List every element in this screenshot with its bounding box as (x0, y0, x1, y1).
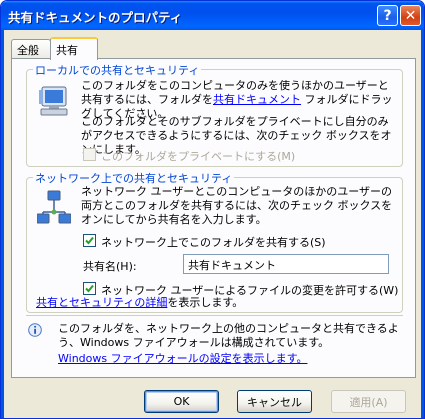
firewall-description: このフォルダを、ネットワーク上の他のコンピュータと共有できるよう、Windows… (58, 322, 399, 349)
properties-dialog: 共有ドキュメントのプロパティ ? ✕ 全般 共有 ローカルでの共有とセキュリティ (0, 0, 425, 419)
tab-general-label: 全般 (17, 44, 39, 57)
tab-sharing-label: 共有 (56, 44, 78, 57)
allow-changes-checkbox[interactable] (83, 282, 96, 295)
sharing-security-details-link[interactable]: 共有とセキュリティの詳細 (36, 296, 167, 309)
private-checkbox-label: このフォルダをプライベートにする(M) (101, 150, 296, 163)
sharing-panel: ローカルでの共有とセキュリティ このフォルダをこのコンピュータのみを使うほかのユ… (11, 58, 416, 378)
network-sharing-group-label: ネットワーク上での共有とセキュリティ (33, 170, 235, 186)
close-button[interactable]: ✕ (400, 5, 421, 26)
close-icon: ✕ (404, 7, 417, 24)
shared-documents-link[interactable]: 共有ドキュメント (213, 93, 301, 106)
cancel-button[interactable]: キャンセル (237, 390, 312, 413)
window-title: 共有ドキュメントのプロパティ (8, 10, 183, 25)
checkmark-icon (85, 284, 94, 293)
tab-general[interactable]: 全般 (11, 39, 51, 58)
share-name-input[interactable]: 共有ドキュメント (183, 254, 389, 274)
apply-button[interactable]: 適用(A) (331, 390, 406, 413)
network-icon (37, 190, 71, 224)
private-checkbox[interactable] (83, 148, 96, 161)
tab-sharing[interactable]: 共有 (50, 37, 98, 60)
share-on-network-label: ネットワーク上でこのフォルダを共有する(S) (101, 236, 326, 249)
title-bar[interactable]: 共有ドキュメントのプロパティ ? ✕ (1, 1, 424, 30)
share-name-label: 共有名(H): (83, 260, 137, 273)
window-frame-left (1, 30, 4, 418)
local-sharing-group-label: ローカルでの共有とセキュリティ (33, 62, 202, 78)
window-frame-right (421, 30, 424, 418)
ok-button[interactable]: OK (144, 390, 219, 413)
help-icon: ? (383, 7, 392, 24)
network-sharing-group: ネットワーク上での共有とセキュリティ ネットワーク ユーザーとこのコンピュータの… (26, 170, 403, 313)
checkmark-icon (85, 236, 94, 245)
firewall-settings-link[interactable]: Windows ファイアウォールの設定を表示します。 (58, 352, 308, 366)
network-sharing-description: ネットワーク ユーザーとこのコンピュータのほかのユーザーの両方とこのフォルダを共… (81, 185, 393, 226)
details-line: 共有とセキュリティの詳細を表示します。 (36, 296, 396, 310)
share-on-network-checkbox[interactable] (83, 234, 96, 247)
divider (26, 315, 403, 316)
help-button[interactable]: ? (377, 5, 398, 26)
local-sharing-group: ローカルでの共有とセキュリティ このフォルダをこのコンピュータのみを使うほかのユ… (26, 62, 403, 167)
computer-icon (39, 86, 68, 116)
details-suffix: を表示します。 (167, 296, 244, 309)
info-icon (28, 323, 42, 337)
